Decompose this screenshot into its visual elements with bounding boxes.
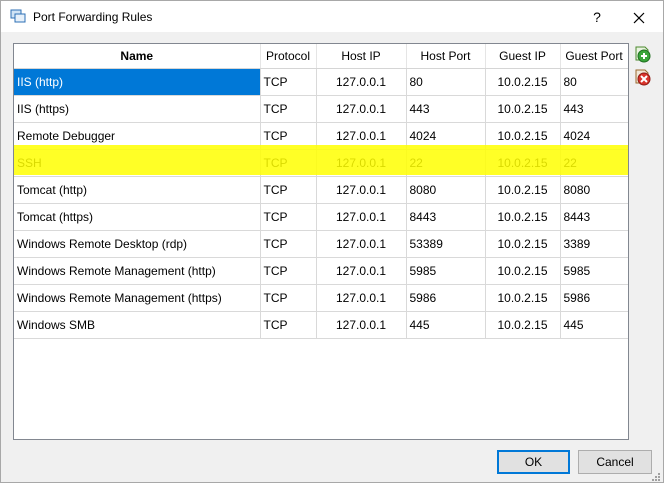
column-header-protocol[interactable]: Protocol	[260, 44, 317, 69]
cell-host-port: 22	[406, 149, 486, 177]
table-row[interactable]: IIS (https) TCP 127.0.0.1 443 10.0.2.15 …	[14, 95, 628, 123]
cell-host-ip: 127.0.0.1	[316, 122, 407, 150]
cell-name: Tomcat (https)	[14, 203, 261, 231]
cell-protocol: TCP	[260, 68, 317, 96]
cell-host-ip: 127.0.0.1	[316, 95, 407, 123]
cell-host-port: 8443	[406, 203, 486, 231]
cell-guest-port: 445	[560, 311, 628, 339]
table-row[interactable]: IIS (http) TCP 127.0.0.1 80 10.0.2.15 80	[14, 68, 628, 96]
cell-guest-port: 5986	[560, 284, 628, 312]
cell-guest-ip: 10.0.2.15	[485, 203, 561, 231]
cell-protocol: TCP	[260, 257, 317, 285]
remove-rule-button[interactable]	[633, 68, 651, 86]
cell-host-ip: 127.0.0.1	[316, 257, 407, 285]
cell-name: SSH	[14, 149, 261, 177]
table-row[interactable]: SSH TCP 127.0.0.1 22 10.0.2.15 22	[14, 149, 628, 177]
cell-host-port: 5985	[406, 257, 486, 285]
column-header-host-ip[interactable]: Host IP	[316, 44, 407, 69]
cell-protocol: TCP	[260, 311, 317, 339]
close-icon	[633, 12, 645, 24]
column-header-name[interactable]: Name	[14, 44, 261, 69]
ok-button[interactable]: OK	[497, 450, 570, 474]
cell-host-ip: 127.0.0.1	[316, 230, 407, 258]
cell-guest-port: 8080	[560, 176, 628, 204]
port-forwarding-dialog: Port Forwarding Rules ? Name Protocol Ho…	[0, 0, 664, 483]
resize-grip-icon[interactable]	[651, 471, 661, 481]
cell-guest-port: 80	[560, 68, 628, 96]
cell-guest-ip: 10.0.2.15	[485, 230, 561, 258]
cell-protocol: TCP	[260, 203, 317, 231]
cell-host-port: 4024	[406, 122, 486, 150]
table-row[interactable]: Windows Remote Desktop (rdp) TCP 127.0.0…	[14, 230, 628, 258]
column-header-guest-port[interactable]: Guest Port	[560, 44, 628, 69]
cell-guest-ip: 10.0.2.15	[485, 176, 561, 204]
cell-protocol: TCP	[260, 149, 317, 177]
cell-guest-port: 4024	[560, 122, 628, 150]
cell-host-port: 8080	[406, 176, 486, 204]
cell-name: Tomcat (http)	[14, 176, 261, 204]
cell-protocol: TCP	[260, 95, 317, 123]
cancel-button[interactable]: Cancel	[578, 450, 652, 474]
cell-name: Windows SMB	[14, 311, 261, 339]
cell-host-ip: 127.0.0.1	[316, 68, 407, 96]
cell-guest-ip: 10.0.2.15	[485, 149, 561, 177]
cell-name: Windows Remote Management (https)	[14, 284, 261, 312]
cell-guest-port: 8443	[560, 203, 628, 231]
table-header: Name Protocol Host IP Host Port Guest IP…	[14, 44, 628, 69]
title-bar[interactable]: Port Forwarding Rules ?	[1, 1, 663, 32]
table-row[interactable]: Windows Remote Management (http) TCP 127…	[14, 257, 628, 285]
cell-host-ip: 127.0.0.1	[316, 311, 407, 339]
cell-host-port: 445	[406, 311, 486, 339]
cell-guest-port: 5985	[560, 257, 628, 285]
column-header-host-port[interactable]: Host Port	[406, 44, 486, 69]
cell-guest-ip: 10.0.2.15	[485, 311, 561, 339]
cell-guest-ip: 10.0.2.15	[485, 68, 561, 96]
table-row[interactable]: Windows SMB TCP 127.0.0.1 445 10.0.2.15 …	[14, 311, 628, 339]
cell-host-ip: 127.0.0.1	[316, 176, 407, 204]
cell-guest-ip: 10.0.2.15	[485, 257, 561, 285]
cell-name: Windows Remote Management (http)	[14, 257, 261, 285]
help-button[interactable]: ?	[579, 4, 615, 30]
cell-guest-port: 3389	[560, 230, 628, 258]
cell-host-port: 80	[406, 68, 486, 96]
cell-protocol: TCP	[260, 176, 317, 204]
cell-guest-ip: 10.0.2.15	[485, 122, 561, 150]
add-rule-button[interactable]	[633, 45, 651, 63]
cell-host-port: 443	[406, 95, 486, 123]
window-title: Port Forwarding Rules	[33, 10, 153, 24]
table-row[interactable]: Tomcat (https) TCP 127.0.0.1 8443 10.0.2…	[14, 203, 628, 231]
cell-name: IIS (http)	[14, 68, 261, 96]
cell-name: Remote Debugger	[14, 122, 261, 150]
cell-host-port: 53389	[406, 230, 486, 258]
cell-protocol: TCP	[260, 284, 317, 312]
cell-host-ip: 127.0.0.1	[316, 284, 407, 312]
cell-guest-ip: 10.0.2.15	[485, 95, 561, 123]
cell-guest-port: 22	[560, 149, 628, 177]
cell-protocol: TCP	[260, 122, 317, 150]
cell-host-port: 5986	[406, 284, 486, 312]
cell-guest-ip: 10.0.2.15	[485, 284, 561, 312]
cell-host-ip: 127.0.0.1	[316, 149, 407, 177]
cell-host-ip: 127.0.0.1	[316, 203, 407, 231]
table-row[interactable]: Remote Debugger TCP 127.0.0.1 4024 10.0.…	[14, 122, 628, 150]
cell-protocol: TCP	[260, 230, 317, 258]
close-button[interactable]	[619, 4, 659, 30]
virtualbox-icon	[10, 9, 26, 23]
rules-table: Name Protocol Host IP Host Port Guest IP…	[13, 43, 629, 440]
column-header-guest-ip[interactable]: Guest IP	[485, 44, 561, 69]
table-row[interactable]: Tomcat (http) TCP 127.0.0.1 8080 10.0.2.…	[14, 176, 628, 204]
cell-name: Windows Remote Desktop (rdp)	[14, 230, 261, 258]
cell-name: IIS (https)	[14, 95, 261, 123]
add-rule-icon	[635, 46, 651, 63]
remove-rule-icon	[635, 69, 651, 86]
cell-guest-port: 443	[560, 95, 628, 123]
table-row[interactable]: Windows Remote Management (https) TCP 12…	[14, 284, 628, 312]
